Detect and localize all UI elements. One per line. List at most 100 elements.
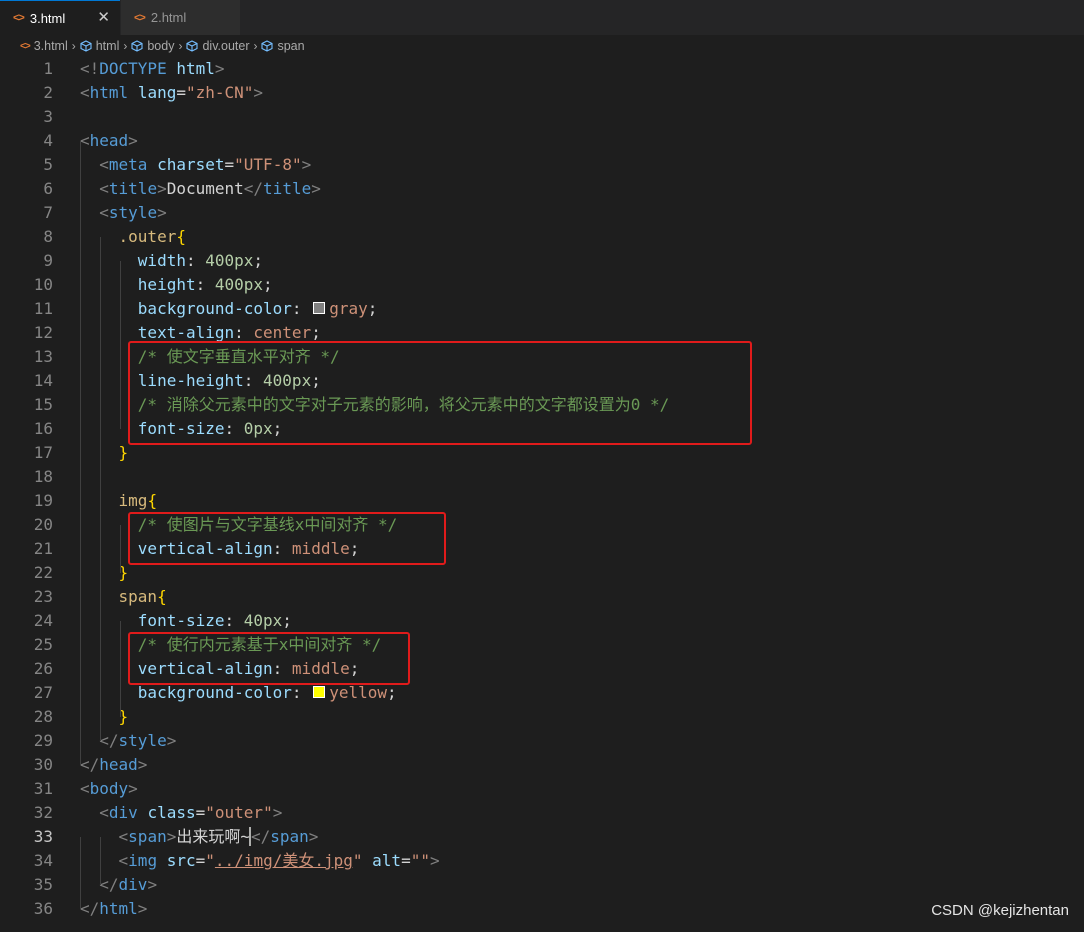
- indent-guide: [100, 837, 101, 885]
- color-swatch[interactable]: [313, 686, 326, 698]
- code-editor[interactable]: 36 </html> 35 </div> 34 <img src="../img/美女…: [0, 57, 1084, 932]
- line-number: 16: [33, 419, 53, 438]
- line-number: 30: [33, 755, 53, 774]
- line-number: 12: [33, 323, 53, 342]
- line-number: 6: [43, 179, 53, 198]
- code-line[interactable]: 9 width: 400px;: [0, 249, 1084, 273]
- close-icon[interactable]: ✕: [97, 10, 110, 25]
- code-line[interactable]: 24 font-size: 40px;: [0, 609, 1084, 633]
- code-line[interactable]: 11 background-color: gray;: [0, 297, 1084, 321]
- highlight-box-img-rules: [128, 512, 446, 565]
- breadcrumb-item-body[interactable]: body: [131, 39, 174, 53]
- line-number: 22: [33, 563, 53, 582]
- cube-icon: [80, 40, 92, 52]
- breadcrumb-label: 3.html: [33, 39, 68, 53]
- code-text: <head>: [80, 131, 138, 150]
- html-code-icon: <>: [20, 40, 31, 52]
- code-line[interactable]: 3: [0, 105, 1084, 129]
- code-text: <style>: [99, 203, 167, 222]
- tab-3-html[interactable]: <> 3.html ✕: [0, 0, 120, 35]
- code-text: img{: [118, 491, 158, 510]
- code-text: </head>: [80, 755, 148, 774]
- code-line[interactable]: 35 </div>: [0, 873, 1084, 897]
- cube-icon: [186, 40, 199, 52]
- breadcrumb: <> 3.html › html › body › div.outer › sp…: [0, 35, 1084, 57]
- code-text: font-size: 40px;: [137, 611, 292, 630]
- line-number: 17: [33, 443, 53, 462]
- cube-icon: [261, 40, 274, 52]
- line-number: 8: [43, 227, 53, 246]
- code-line[interactable]: 30 </head>: [0, 753, 1084, 777]
- code-line[interactable]: 7 <style>: [0, 201, 1084, 225]
- code-line[interactable]: 36 </html>: [0, 897, 1084, 921]
- code-text: height: 400px;: [137, 275, 273, 294]
- html-code-icon: <>: [134, 11, 146, 24]
- code-text: }: [118, 443, 129, 462]
- code-line[interactable]: 19 img{: [0, 489, 1084, 513]
- code-line[interactable]: 34 <img src="../img/美女.jpg" alt="">: [0, 849, 1084, 873]
- line-number: 10: [33, 275, 53, 294]
- color-swatch[interactable]: [313, 302, 326, 314]
- line-number: 14: [33, 371, 53, 390]
- line-number: 9: [43, 251, 53, 270]
- code-line[interactable]: 8 .outer{: [0, 225, 1084, 249]
- code-text: <span>出来玩啊~</span>: [118, 827, 319, 846]
- line-number: 15: [33, 395, 53, 414]
- line-number: 4: [43, 131, 53, 150]
- line-number: 26: [33, 659, 53, 678]
- code-line[interactable]: 10 height: 400px;: [0, 273, 1084, 297]
- chevron-right-icon: ›: [123, 39, 128, 53]
- code-line[interactable]: 6 <title>Document</title>: [0, 177, 1084, 201]
- code-text: </html>: [80, 899, 148, 918]
- code-line[interactable]: 5 <meta charset="UTF-8">: [0, 153, 1084, 177]
- code-line[interactable]: 31 <body>: [0, 777, 1084, 801]
- line-number: 36: [33, 899, 53, 918]
- line-number: 13: [33, 347, 53, 366]
- line-number: 31: [33, 779, 53, 798]
- line-number: 5: [43, 155, 53, 174]
- code-line[interactable]: 33 <span>出来玩啊~</span>: [0, 825, 1084, 849]
- breadcrumb-item-file[interactable]: <> 3.html: [20, 39, 68, 53]
- code-text: span{: [118, 587, 167, 606]
- watermark: CSDN @kejizhentan: [931, 902, 1069, 919]
- code-line[interactable]: 32 <div class="outer">: [0, 801, 1084, 825]
- code-line[interactable]: 23 span{: [0, 585, 1084, 609]
- code-text: width: 400px;: [137, 251, 264, 270]
- indent-guide: [100, 237, 101, 741]
- breadcrumb-item-span[interactable]: span: [261, 39, 305, 53]
- code-text: <meta charset="UTF-8">: [99, 155, 312, 174]
- breadcrumb-label: body: [147, 39, 175, 53]
- chevron-right-icon: ›: [253, 39, 258, 53]
- code-text: <div class="outer">: [99, 803, 283, 822]
- code-text: <img src="../img/美女.jpg" alt="">: [118, 851, 440, 870]
- tab-bar: <> 3.html ✕ <> 2.html: [0, 0, 1084, 35]
- highlight-box-outer-rules: [128, 341, 752, 445]
- line-number: 3: [43, 107, 53, 126]
- code-line[interactable]: 28 }: [0, 705, 1084, 729]
- html-code-icon: <>: [13, 12, 25, 24]
- line-number: 34: [33, 851, 53, 870]
- code-text: <!DOCTYPE html>: [80, 59, 225, 78]
- code-line[interactable]: 1 <!DOCTYPE html>: [0, 57, 1084, 81]
- line-number: 19: [33, 491, 53, 510]
- cube-icon: [131, 40, 143, 52]
- highlight-box-span-rules: [128, 632, 410, 685]
- breadcrumb-item-html[interactable]: html: [80, 39, 119, 53]
- code-line[interactable]: 18: [0, 465, 1084, 489]
- code-text: .outer{: [118, 227, 186, 246]
- breadcrumb-item-div-outer[interactable]: div.outer: [186, 39, 249, 53]
- line-number: 29: [33, 731, 53, 750]
- tab-label: 2.html: [150, 10, 187, 25]
- code-line[interactable]: 2 <html lang="zh-CN">: [0, 81, 1084, 105]
- indent-guide: [80, 141, 81, 765]
- line-number: 32: [33, 803, 53, 822]
- code-line[interactable]: 4 <head>: [0, 129, 1084, 153]
- code-line[interactable]: 29 </style>: [0, 729, 1084, 753]
- line-number: 27: [33, 683, 53, 702]
- line-number: 33: [33, 827, 53, 846]
- line-number: 24: [33, 611, 53, 630]
- breadcrumb-label: div.outer: [202, 39, 250, 53]
- line-number: 21: [33, 539, 53, 558]
- tab-2-html[interactable]: <> 2.html: [120, 0, 240, 35]
- line-number: 18: [33, 467, 53, 486]
